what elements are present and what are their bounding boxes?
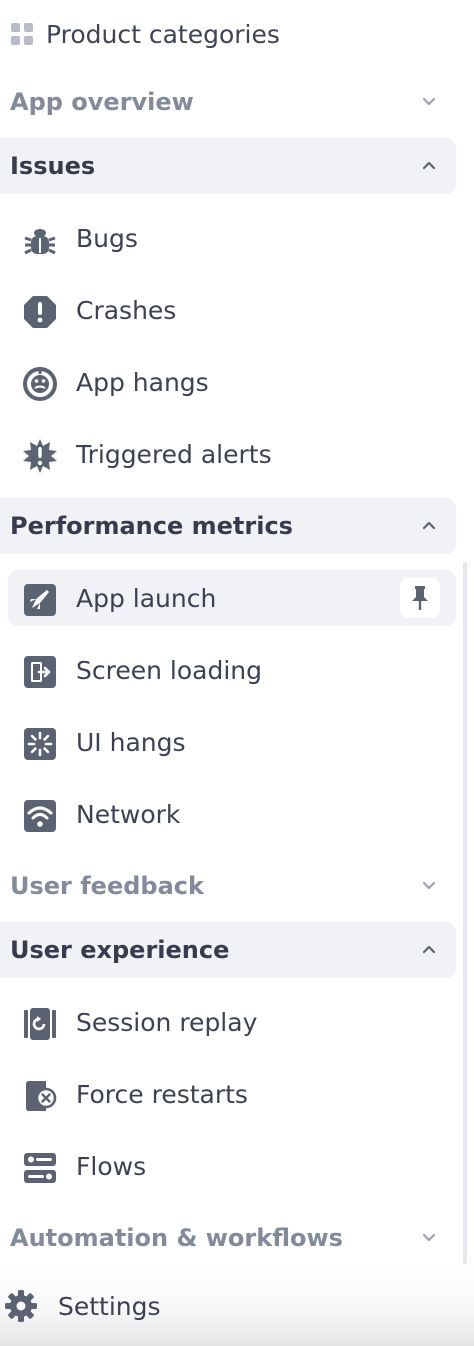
section-performance-metrics[interactable]: Performance metrics	[0, 498, 456, 554]
nav-item-force-restarts[interactable]: Force restarts	[8, 1066, 456, 1122]
nav-item-label: Bugs	[76, 223, 138, 253]
chevron-up-icon	[418, 941, 440, 959]
section-user-feedback[interactable]: User feedback	[0, 858, 456, 914]
section-label: Issues	[10, 152, 96, 180]
section-automation-workflows[interactable]: Automation & workflows	[0, 1210, 456, 1266]
chevron-down-icon	[418, 877, 440, 895]
nav-item-flows[interactable]: Flows	[8, 1138, 456, 1194]
nav-item-ui-hangs[interactable]: UI hangs	[8, 714, 456, 770]
settings-footer[interactable]: Settings	[0, 1266, 474, 1346]
nav-item-screen-loading[interactable]: Screen loading	[8, 642, 456, 698]
section-label: Performance metrics	[10, 512, 293, 540]
section-user-experience[interactable]: User experience	[0, 922, 456, 978]
nav-item-label: UI hangs	[76, 727, 186, 757]
rocket-icon	[22, 582, 58, 618]
nav-item-bugs[interactable]: Bugs	[8, 210, 456, 266]
nav-item-crashes[interactable]: Crashes	[8, 282, 456, 338]
settings-label: Settings	[58, 1291, 161, 1321]
nav-item-label: Flows	[76, 1151, 147, 1181]
nav-item-triggered-alerts[interactable]: Triggered alerts	[8, 426, 456, 482]
section-label: Automation & workflows	[10, 1224, 343, 1252]
gear-icon	[4, 1289, 38, 1323]
chevron-down-icon	[418, 93, 440, 111]
replay-icon	[22, 1006, 58, 1042]
scrollbar[interactable]	[463, 562, 467, 1264]
section-label: App overview	[10, 88, 194, 116]
sidebar-header: Product categories	[0, 0, 474, 68]
flows-icon	[22, 1150, 58, 1186]
nav-item-label: Force restarts	[76, 1079, 248, 1109]
chevron-up-icon	[418, 517, 440, 535]
nav-item-session-replay[interactable]: Session replay	[8, 994, 456, 1050]
nav-item-label: Triggered alerts	[76, 439, 272, 469]
bug-icon	[22, 222, 58, 258]
nav-item-app-hangs[interactable]: App hangs	[8, 354, 456, 410]
section-issues[interactable]: Issues	[0, 138, 456, 194]
nav-item-label: Screen loading	[76, 655, 262, 685]
section-app-overview[interactable]: App overview	[0, 74, 456, 130]
alert-octagon-icon	[22, 294, 58, 330]
starburst-alert-icon	[22, 438, 58, 474]
nav-item-network[interactable]: Network	[8, 786, 456, 842]
spinner-icon	[22, 726, 58, 762]
pin-icon	[412, 586, 428, 610]
nav-item-label: Network	[76, 799, 181, 829]
hang-gauge-icon	[22, 366, 58, 402]
grid-icon	[10, 22, 34, 46]
force-restart-icon	[22, 1078, 58, 1114]
wifi-icon	[22, 798, 58, 834]
sidebar: Product categories App overview Issues B…	[0, 0, 474, 1346]
nav-item-label: App launch	[76, 583, 217, 613]
nav-item-label: Crashes	[76, 295, 177, 325]
chevron-down-icon	[418, 1229, 440, 1247]
nav-item-app-launch[interactable]: App launch	[8, 570, 456, 626]
chevron-up-icon	[418, 157, 440, 175]
section-label: User experience	[10, 936, 230, 964]
section-label: User feedback	[10, 872, 204, 900]
nav-item-label: App hangs	[76, 367, 209, 397]
screen-load-icon	[22, 654, 58, 690]
nav-item-label: Session replay	[76, 1007, 258, 1037]
header-title: Product categories	[46, 19, 280, 49]
pin-button[interactable]	[400, 578, 440, 618]
